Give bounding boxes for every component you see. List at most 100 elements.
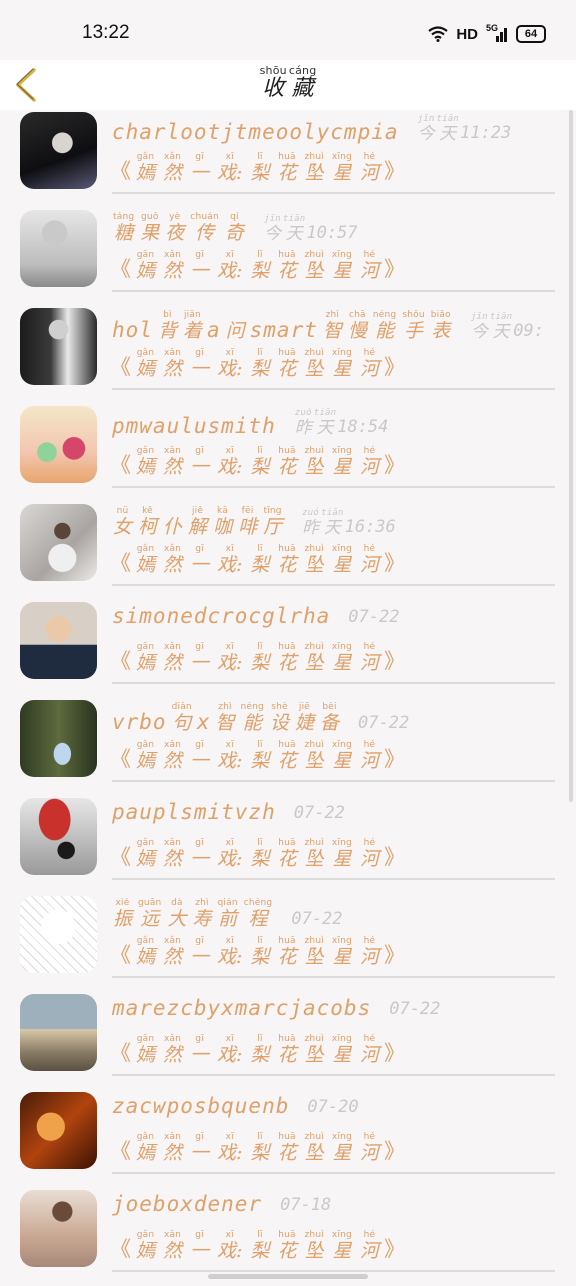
list-item[interactable]: charlootjtmeoolycmpia jīn 今 tiān 天 11:23 《 gǎn 嫣… xyxy=(0,110,576,208)
item-subtitle: 《 gǎn 嫣 xǎn 然 gī 一 xī 戏: lī 梨 huā 花 zhuì 坠 xīng 星 hé 河》 xyxy=(110,446,405,478)
ruby-char: hé 河 xyxy=(360,838,379,870)
hanzi: 戏: xyxy=(217,848,243,870)
ruby-char: xī 戏: xyxy=(217,740,242,772)
avatar[interactable] xyxy=(20,700,97,777)
ruby-char: diǎn 句 xyxy=(172,702,192,734)
bracket: 》 xyxy=(383,746,405,771)
hanzi: 戏: xyxy=(217,1240,243,1262)
ruby-char: huā 花 xyxy=(277,348,296,380)
hanzi: 然 xyxy=(163,1240,183,1262)
avatar[interactable] xyxy=(20,798,97,875)
hanzi: 梨 xyxy=(250,358,270,380)
avatar[interactable] xyxy=(20,210,97,287)
ruby-char: bì 背 xyxy=(158,310,177,342)
hanzi: 仆 xyxy=(163,516,183,538)
list-item[interactable]: vrbo diǎn 句 x zhì 智 néng 能 shè 设 jiē 婕 bèi 备 07-22 《 gǎn… xyxy=(0,698,576,796)
ruby-char: gǎn 嫣 xyxy=(136,1034,155,1066)
hanzi: 一 xyxy=(190,456,210,478)
hanzi: 嫣 xyxy=(136,750,156,772)
list-item[interactable]: nǚ 女 kě 柯 仆 jiě 解 kā 咖 fēi 啡 tīng 厅 zuó 昨 tiān 天 16:36 《 g… xyxy=(0,502,576,600)
ruby-char: hé 河 xyxy=(360,348,379,380)
ruby-char: gī 一 xyxy=(190,642,209,674)
hanzi: 戏: xyxy=(217,750,243,772)
ruby-char: zuó 昨 xyxy=(302,508,319,538)
divider xyxy=(112,1172,555,1174)
avatar[interactable] xyxy=(20,504,97,581)
hanzi: 花 xyxy=(277,1240,297,1262)
ruby-char: biǎo 表 xyxy=(431,310,451,342)
hanzi: 星 xyxy=(332,456,352,478)
list-item[interactable]: pauplsmitvzh 07-22 《 gǎn 嫣 xǎn 然 gī 一 xī 戏: lī 梨 huā 花… xyxy=(0,796,576,894)
hanzi: 厅 xyxy=(263,516,283,538)
avatar[interactable] xyxy=(20,1190,97,1267)
list-item[interactable]: xié 振 guān 远 dà 大 zhì 寿 qián 前 chéng 程 07-22 《 gǎn 嫣 xǎn… xyxy=(0,894,576,992)
ruby-char: zuó 昨 xyxy=(295,408,312,438)
hanzi: 花 xyxy=(277,162,297,184)
divider xyxy=(112,1074,555,1076)
hanzi: 然 xyxy=(163,750,183,772)
ruby-char: huā 花 xyxy=(277,642,296,674)
ruby-char: gǎn 嫣 xyxy=(136,446,155,478)
ruby-char: shǒu 手 xyxy=(402,310,424,342)
ruby-char: gī 一 xyxy=(190,740,209,772)
ruby-char: huā 花 xyxy=(277,1034,296,1066)
list-item[interactable]: simonedcrocglrha 07-22 《 gǎn 嫣 xǎn 然 gī 一 xī 戏: lī 梨… xyxy=(0,600,576,698)
hanzi: 坠 xyxy=(304,1240,324,1262)
ruby-char: jiān 着 xyxy=(183,310,202,342)
hanzi: 一 xyxy=(190,358,210,380)
avatar[interactable] xyxy=(20,406,97,483)
bracket: 》 xyxy=(383,1138,405,1163)
ruby-char: zhuì 坠 xyxy=(304,544,323,576)
hanzi: 一 xyxy=(190,1240,210,1262)
hanzi: 天 xyxy=(439,124,457,144)
list-item[interactable]: marezcbyxmarcjacobs 07-22 《 gǎn 嫣 xǎn 然 gī 一 xī 戏:… xyxy=(0,992,576,1090)
hanzi: 花 xyxy=(277,554,297,576)
hanzi: 啡 xyxy=(238,516,258,538)
avatar[interactable] xyxy=(20,994,97,1071)
list-item[interactable]: pmwaulusmith zuó 昨 tiān 天 18:54 《 gǎn 嫣 xǎn 然 gī 一 xī… xyxy=(0,404,576,502)
timestamp: zuó 昨 tiān 天 18:54 xyxy=(294,408,389,438)
avatar[interactable] xyxy=(20,896,97,973)
ruby-char: huā 花 xyxy=(277,740,296,772)
hanzi: 嫣 xyxy=(136,1240,156,1262)
hanzi: 嫣 xyxy=(136,456,156,478)
hanzi: 今 xyxy=(417,124,435,144)
ruby-char: xǎn 然 xyxy=(163,446,182,478)
hanzi: 坠 xyxy=(304,456,324,478)
bracket: 《 xyxy=(110,354,131,379)
avatar[interactable] xyxy=(20,1092,97,1169)
ruby-char: xī 戏: xyxy=(217,1230,242,1262)
item-subtitle: 《 gǎn 嫣 xǎn 然 gī 一 xī 戏: lī 梨 huā 花 zhuì 坠 xīng 星 hé 河》 xyxy=(110,1034,405,1066)
hanzi: 一 xyxy=(190,652,210,674)
divider xyxy=(112,878,555,880)
hanzi: 嫣 xyxy=(136,162,156,184)
ruby-char: tiān 天 xyxy=(321,508,343,538)
signal-icon: 5G xyxy=(486,23,508,42)
ruby-char: xīng 星 xyxy=(332,1034,352,1066)
avatar[interactable] xyxy=(20,602,97,679)
ruby-char: xī 戏: xyxy=(217,152,242,184)
list-item[interactable]: hol bì 背 jiān 着 a 问 smart zhì 智 chā 慢 néng 能 shǒu 手 biǎ… xyxy=(0,306,576,404)
hanzi: 花 xyxy=(277,456,297,478)
bracket: 《 xyxy=(110,1236,131,1261)
list-item[interactable]: táng 糖 guǒ 果 yè 夜 chuán 传 qí 奇 jīn 今 tiān 天 10:57 《 gǎn 嫣… xyxy=(0,208,576,306)
ruby-char: xī 戏: xyxy=(217,544,242,576)
hanzi: 坠 xyxy=(304,1142,324,1164)
list-item[interactable]: joeboxdener 07-18 《 gǎn 嫣 xǎn 然 gī 一 xī 戏: lī 梨 huā 花 z… xyxy=(0,1188,576,1286)
avatar[interactable] xyxy=(20,308,97,385)
hanzi: 花 xyxy=(277,750,297,772)
scrollbar[interactable] xyxy=(569,110,573,802)
hanzi: 星 xyxy=(332,946,352,968)
list-item[interactable]: zacwposbquenb 07-20 《 gǎn 嫣 xǎn 然 gī 一 xī 戏: lī 梨 huā… xyxy=(0,1090,576,1188)
avatar[interactable] xyxy=(20,112,97,189)
ruby-char: lī 梨 xyxy=(250,1132,269,1164)
hanzi: 星 xyxy=(332,1240,352,1262)
ruby-char: jīn 今 xyxy=(418,114,435,144)
hanzi: 智 xyxy=(215,712,235,734)
home-indicator[interactable] xyxy=(208,1274,368,1279)
hanzi: 星 xyxy=(332,652,352,674)
hanzi: 夜 xyxy=(165,222,185,244)
ruby-char: xīng 星 xyxy=(332,642,352,674)
ruby-char: xǎn 然 xyxy=(163,1132,182,1164)
ruby-char: xié 振 xyxy=(113,898,132,930)
